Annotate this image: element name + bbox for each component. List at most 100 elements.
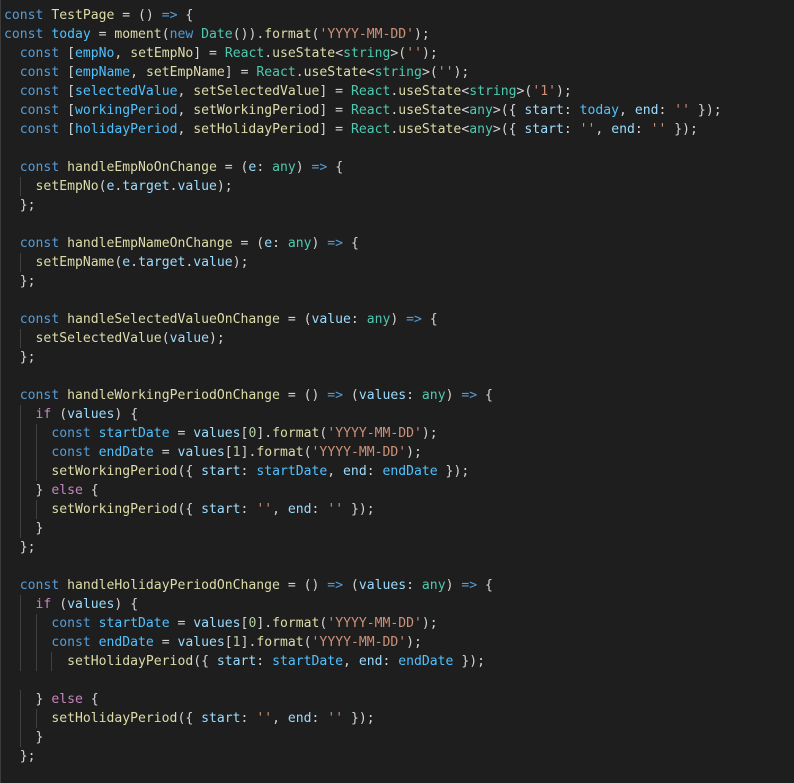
indent-guide [35, 709, 37, 728]
code-token: = () [279, 578, 328, 593]
code-token: : [563, 122, 580, 137]
code-token: holidayPeriod [74, 122, 178, 137]
code-line: const TestPage = () => { [4, 6, 722, 25]
code-token: : [311, 711, 328, 726]
code-token: empName [74, 65, 131, 80]
code-token: : [382, 654, 399, 669]
code-line: const [selectedValue, setSelectedValue] … [4, 82, 722, 101]
code-token: startDate [272, 654, 344, 669]
code-line: setSelectedValue(value); [4, 329, 722, 348]
code-token: ]. [240, 635, 257, 650]
code-token: ); [216, 179, 233, 194]
code-token: else [51, 692, 83, 707]
code-token: setWorkingPeriod [51, 464, 178, 479]
code-token: any [421, 578, 446, 593]
indent-guide [19, 614, 21, 633]
code-token: [ [59, 65, 75, 80]
code-token: ( [303, 445, 312, 460]
code-token: : [406, 578, 422, 593]
code-token: , [327, 464, 344, 479]
code-token: ) [445, 388, 462, 403]
code-area[interactable]: const TestPage = () => {const today = mo… [4, 6, 722, 766]
code-token: const [51, 445, 91, 460]
code-token: . [169, 179, 178, 194]
code-token: selectedValue [74, 84, 178, 99]
code-line: }; [4, 196, 722, 215]
code-token: today [51, 27, 91, 42]
code-token: ) [390, 312, 407, 327]
code-token: const [51, 635, 91, 650]
code-token: }; [4, 274, 36, 289]
indent-guide [19, 690, 21, 709]
code-token: end [287, 711, 312, 726]
code-token: ); [555, 84, 572, 99]
code-token: start [201, 711, 241, 726]
code-token: end [611, 122, 635, 137]
code-token: . [264, 46, 273, 61]
code-token: >( [516, 84, 533, 99]
code-token: } [4, 692, 52, 707]
code-editor[interactable]: const TestPage = () => {const today = mo… [0, 0, 794, 783]
code-line: setEmpName(e.target.value); [4, 253, 722, 272]
code-token: React [350, 84, 391, 99]
code-token: if [35, 407, 52, 422]
code-token: , [177, 103, 194, 118]
code-token: }); [437, 464, 470, 479]
code-line: const endDate = values[1].format('YYYY-M… [4, 633, 722, 652]
code-token: = ( [216, 160, 249, 175]
code-token: const [19, 160, 60, 175]
code-token: , [272, 502, 288, 517]
code-token: ]. [256, 426, 273, 441]
code-token: endDate [98, 635, 154, 650]
code-token: => [311, 160, 328, 175]
code-token: workingPeriod [74, 103, 178, 118]
code-token: 'YYYY-MM-DD' [311, 445, 407, 460]
code-token: ( [161, 27, 170, 42]
code-line: setHolidayPeriod({ start: startDate, end… [4, 652, 722, 671]
code-token: { [477, 578, 493, 593]
code-token: values [67, 597, 115, 612]
code-token: if [35, 597, 52, 612]
code-token: const [51, 616, 91, 631]
code-token: [ [224, 635, 233, 650]
code-token: ); [209, 331, 225, 346]
code-token: ({ [177, 711, 202, 726]
code-token: React [256, 65, 296, 80]
code-line: const handleEmpNameOnChange = (e: any) =… [4, 234, 722, 253]
code-token: : [350, 312, 367, 327]
code-token: any [366, 312, 391, 327]
code-token: ()). [232, 27, 265, 42]
code-token: ( [343, 388, 359, 403]
code-token: ] = [319, 122, 351, 137]
indent-guide [35, 500, 37, 519]
code-token: end [343, 464, 367, 479]
code-line: const startDate = values[0].format('YYYY… [4, 614, 722, 633]
indent-guide [35, 424, 37, 443]
code-token: => [327, 236, 344, 251]
indent-guide [19, 462, 21, 481]
code-token: '' [256, 502, 273, 517]
code-token: useState [272, 46, 336, 61]
code-token: setWorkingPeriod [51, 502, 178, 517]
code-token: start [216, 654, 257, 669]
code-line: }; [4, 747, 722, 766]
code-token: any [421, 388, 446, 403]
code-token: => [461, 578, 478, 593]
code-token: [ [59, 84, 75, 99]
code-token: const [19, 236, 60, 251]
code-token: const [19, 578, 60, 593]
code-token: today [579, 103, 620, 118]
code-token: useState [398, 122, 462, 137]
code-token: 1 [232, 445, 241, 460]
code-token: , [177, 84, 194, 99]
code-token: values [177, 635, 225, 650]
indent-guide [19, 253, 21, 272]
code-token: '' [406, 46, 422, 61]
code-token: target [138, 255, 186, 270]
code-token: , [114, 46, 131, 61]
